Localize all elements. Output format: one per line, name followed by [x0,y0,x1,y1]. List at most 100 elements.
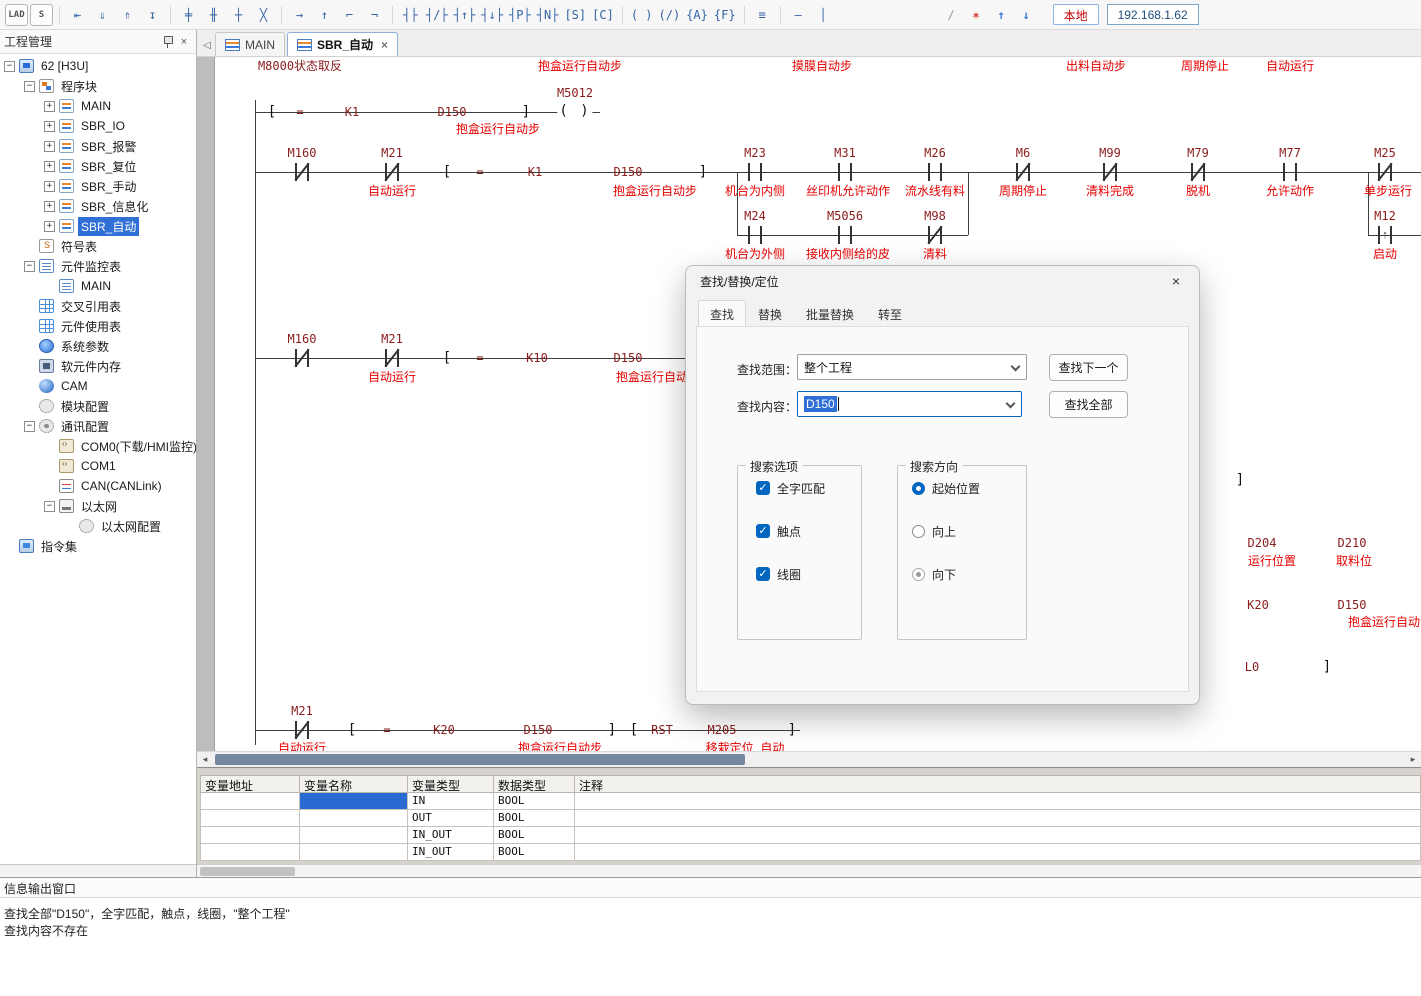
checkbox-checked-icon[interactable]: ✓ [756,481,770,495]
insert-rung-icon[interactable]: ╪ [177,4,200,26]
collapse-icon[interactable]: − [24,421,35,432]
var-cell[interactable] [200,844,300,861]
find-content-input[interactable]: D150 [797,391,1022,417]
ladder-contact-m160[interactable] [289,163,315,181]
editor-hscrollbar[interactable]: ◂ ▸ [197,751,1421,767]
tree-item-sbr-reset[interactable]: +SBR_复位 [0,156,196,176]
tab-scroll-left-icon[interactable]: ◁ [199,34,215,56]
falling-contact-icon[interactable]: ┤↓├ [479,4,505,26]
applied-instruction-icon[interactable]: {A} [684,4,710,26]
draw-slash-icon[interactable]: ∕ [940,4,963,26]
var-cell[interactable]: IN [408,793,494,810]
ladder-contact-m21[interactable] [379,349,405,367]
var-cell[interactable]: BOOL [494,810,575,827]
var-cell[interactable] [575,793,1421,810]
expand-icon[interactable]: + [44,101,55,112]
move-down-icon[interactable]: ↓ [1015,4,1038,26]
variable-table-scrollbar-thumb[interactable] [200,867,295,876]
find-scope-select[interactable]: 整个工程 [797,354,1027,380]
sfc-block-icon[interactable]: S [30,4,53,26]
ladder-contact-m99[interactable] [1097,163,1123,181]
radio-disabled-icon[interactable] [912,568,925,581]
tab-close-icon[interactable]: × [381,38,388,52]
var-cell[interactable] [200,810,300,827]
ladder-contact-m160[interactable] [289,349,315,367]
move-up-icon[interactable]: ↑ [990,4,1013,26]
dialog-tab-3[interactable]: 转至 [866,300,914,326]
var-cell[interactable] [300,827,408,844]
var-cell[interactable] [575,810,1421,827]
function-block-icon[interactable]: {F} [712,4,738,26]
tree-item-sbr-manual[interactable]: +SBR_手动 [0,176,196,196]
ladder-contact-m77[interactable] [1277,163,1303,181]
falling-pulse-contact-icon[interactable]: ┤N├ [535,4,561,26]
tree-item-program-blocks[interactable]: −程序块 [0,76,196,96]
wire-up-icon[interactable]: ↑ [313,4,336,26]
tree-item-device-usage[interactable]: 元件使用表 [0,316,196,336]
delete-wire-icon[interactable]: ∗ [965,4,988,26]
collapse-icon[interactable]: − [24,81,35,92]
var-cell[interactable] [200,793,300,810]
rising-contact-icon[interactable]: ┤↑├ [452,4,478,26]
pin-icon[interactable] [160,34,176,50]
tree-item-ethernet[interactable]: −以太网 [0,496,196,516]
tree-item-com1[interactable]: COM1 [0,456,196,476]
collapse-icon[interactable]: − [4,61,15,72]
variable-table-scrollbar[interactable] [197,864,1421,877]
var-cell[interactable]: OUT [408,810,494,827]
coil-icon[interactable]: ( ) [629,4,655,26]
var-cell[interactable] [575,844,1421,861]
tree-item-instruction-set[interactable]: 指令集 [0,536,196,556]
ladder-contact-m25[interactable] [1372,163,1398,181]
tree-item-cross-reference[interactable]: 交叉引用表 [0,296,196,316]
scroll-left-icon[interactable]: ◂ [197,752,213,767]
ladder-contact-m24[interactable] [742,226,768,244]
expand-icon[interactable]: + [44,201,55,212]
reset-coil-icon[interactable]: [C] [590,4,616,26]
var-cell[interactable]: IN_OUT [408,844,494,861]
tree-item-can-canlink[interactable]: CAN(CANLink) [0,476,196,496]
checkbox-checked-icon[interactable]: ✓ [756,567,770,581]
var-cell[interactable] [575,827,1421,844]
ladder-coil-m5012[interactable]: ( ) [557,103,592,119]
tree-item-symbol-table[interactable]: 符号表 [0,236,196,256]
local-mode-button[interactable]: 本地 [1053,4,1099,25]
tree-item-sbr-auto[interactable]: +SBR_自动 [0,216,196,236]
tree-item-plc-62-h3u[interactable]: −62 [H3U] [0,56,196,76]
ladder-contact-m21[interactable] [379,163,405,181]
var-cell[interactable]: IN_OUT [408,827,494,844]
rising-pulse-contact-icon[interactable]: ┤P├ [507,4,533,26]
ladder-contact-m26[interactable] [922,163,948,181]
push-up-icon[interactable]: ⇑ [116,4,139,26]
scroll-right-icon[interactable]: ▸ [1405,752,1421,767]
ladder-contact-m79[interactable] [1185,163,1211,181]
pull-row-icon[interactable]: ↧ [141,4,164,26]
editor-tab-sbr-auto[interactable]: SBR_自动× [287,32,398,56]
ladder-contact-m6[interactable] [1010,163,1036,181]
dialog-tab-0[interactable]: 查找 [698,300,746,326]
find-all-button[interactable]: 查找全部 [1049,391,1128,418]
var-cell[interactable] [300,844,408,861]
collapse-icon[interactable]: − [24,261,35,272]
collapse-icon[interactable]: − [44,501,55,512]
ladder-contact-m5056[interactable] [832,226,858,244]
lad-mode-icon[interactable]: LAD [5,4,28,26]
tree-item-sbr-io[interactable]: +SBR_IO [0,116,196,136]
draw-hline-icon[interactable]: — [787,4,810,26]
tree-item-com0[interactable]: COM0(下载/HMI监控) [0,436,196,456]
insert-cell-icon[interactable]: ⇤ [66,4,89,26]
var-cell[interactable]: BOOL [494,844,575,861]
nc-contact-icon[interactable]: ┤/├ [424,4,450,26]
dialog-titlebar[interactable]: 查找/替换/定位 × [686,266,1199,296]
var-cell[interactable] [300,810,408,827]
ladder-contact-m31[interactable] [832,163,858,181]
comment-icon[interactable]: ≡ [751,4,774,26]
tree-item-system-params[interactable]: 系统参数 [0,336,196,356]
tree-item-device-memory[interactable]: 软元件内存 [0,356,196,376]
inverted-coil-icon[interactable]: (/) [657,4,683,26]
dialog-tab-2[interactable]: 批量替换 [794,300,866,326]
tree-item-sbr-alarm[interactable]: +SBR_报警 [0,136,196,156]
set-coil-icon[interactable]: [S] [562,4,588,26]
expand-icon[interactable]: + [44,161,55,172]
no-contact-icon[interactable]: ┤├ [399,4,422,26]
